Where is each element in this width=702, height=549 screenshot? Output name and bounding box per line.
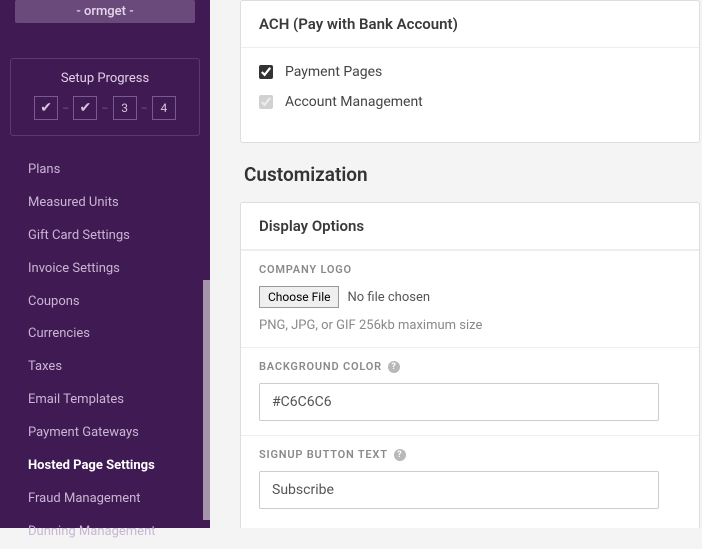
bg-color-label: BACKGROUND COLOR ? [259,360,681,373]
step-sep: – [62,102,69,115]
sidebar-menu: Plans Measured Units Gift Card Settings … [0,154,210,549]
setup-step-3[interactable]: 3 [113,96,137,120]
setup-step-1[interactable]: ✔ [34,96,58,120]
sidebar-item-gift-card[interactable]: Gift Card Settings [0,220,210,253]
setup-steps: ✔ – ✔ – 3 – 4 [19,96,191,120]
setup-step-4[interactable]: 4 [152,96,176,120]
signup-text-block: SIGNUP BUTTON TEXT ? [241,435,699,523]
sidebar-item-measured-units[interactable]: Measured Units [0,187,210,220]
main-content: ACH (Pay with Bank Account) Payment Page… [210,0,702,528]
signup-text-label-text: SIGNUP BUTTON TEXT [259,448,388,461]
customization-title: Customization [240,163,702,186]
brand-bar: - ormget - [15,0,195,23]
display-options-card: Display Options COMPANY LOGO Choose File… [240,202,700,528]
account-mgmt-checkbox[interactable] [259,95,273,109]
file-hint: PNG, JPG, or GIF 256kb maximum size [259,318,681,333]
help-icon[interactable]: ? [388,361,400,373]
payment-pages-label: Payment Pages [285,64,382,80]
file-status-text: No file chosen [347,290,430,305]
signup-text-input[interactable] [259,471,659,509]
help-icon[interactable]: ? [394,449,406,461]
sidebar-item-email-templates[interactable]: Email Templates [0,384,210,417]
sidebar-item-invoice[interactable]: Invoice Settings [0,253,210,286]
sidebar-item-coupons[interactable]: Coupons [0,286,210,319]
sidebar-item-plans[interactable]: Plans [0,154,210,187]
account-mgmt-label: Account Management [285,94,423,110]
payment-pages-checkbox[interactable] [259,65,273,79]
sidebar-item-dunning[interactable]: Dunning Management [0,516,210,549]
ach-card: ACH (Pay with Bank Account) Payment Page… [240,0,700,143]
file-picker-row: Choose File No file chosen [259,286,681,308]
sidebar: - ormget - Setup Progress ✔ – ✔ – 3 – 4 … [0,0,210,528]
bg-color-input[interactable] [259,383,659,421]
sidebar-item-fraud[interactable]: Fraud Management [0,483,210,516]
sidebar-item-hosted-page[interactable]: Hosted Page Settings [0,450,210,483]
step-sep: – [141,102,148,115]
ach-card-header: ACH (Pay with Bank Account) [241,1,699,48]
sidebar-item-currencies[interactable]: Currencies [0,318,210,351]
ach-option-account-mgmt[interactable]: Account Management [259,94,681,110]
company-logo-block: COMPANY LOGO Choose File No file chosen … [241,250,699,347]
bg-color-block: BACKGROUND COLOR ? [241,347,699,435]
display-options-header: Display Options [241,203,699,250]
sidebar-item-taxes[interactable]: Taxes [0,351,210,384]
bg-color-label-text: BACKGROUND COLOR [259,360,382,373]
setup-progress-box: Setup Progress ✔ – ✔ – 3 – 4 [10,58,200,136]
company-logo-label-text: COMPANY LOGO [259,263,352,276]
choose-file-button[interactable]: Choose File [259,286,339,308]
setup-progress-title: Setup Progress [19,71,191,86]
setup-step-2[interactable]: ✔ [73,96,97,120]
step-sep: – [101,102,108,115]
sidebar-item-payment-gateways[interactable]: Payment Gateways [0,417,210,450]
company-logo-label: COMPANY LOGO [259,263,681,276]
signup-text-label: SIGNUP BUTTON TEXT ? [259,448,681,461]
sidebar-scrollbar[interactable] [203,280,210,520]
ach-option-payment-pages[interactable]: Payment Pages [259,64,681,80]
